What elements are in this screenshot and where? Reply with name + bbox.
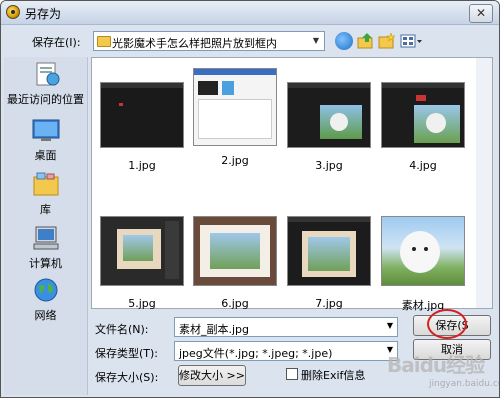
filename-field[interactable]: 素材_副本.jpg ▼ [174,317,398,337]
remove-exif-label: 删除Exif信息 [301,369,366,382]
file-name: 1.jpg [128,159,156,172]
back-icon[interactable] [335,32,353,50]
new-folder-icon[interactable] [378,32,396,50]
window-title: 另存为 [25,7,62,21]
file-thumbnail [287,216,371,286]
place-network[interactable]: 网络 [4,277,87,323]
file-name: 7.jpg [315,297,343,310]
title-bar: 另存为 ✕ [1,1,499,25]
file-item[interactable]: 5.jpg [100,216,184,310]
file-item[interactable]: 3.jpg [287,82,371,172]
place-desktop[interactable]: 桌面 [4,117,87,163]
recent-places-icon [31,61,61,87]
up-folder-icon[interactable] [357,32,375,50]
file-item[interactable]: 1.jpg [100,82,184,172]
folder-icon [97,36,111,47]
places-bar: 最近访问的位置 桌面 库 计算机 网络 [4,57,88,395]
file-item[interactable]: 6.jpg [193,216,277,310]
filename-value: 素材_副本.jpg [179,323,250,336]
save-as-dialog: 另存为 ✕ 保存在(I): 光影魔术手怎么样把照片放到框内 ▼ 最近访问的位置 … [0,0,500,398]
file-name: 6.jpg [221,297,249,310]
save-size-label: 保存大小(S): [95,371,159,384]
place-recent[interactable]: 最近访问的位置 [4,61,87,107]
desktop-icon [31,117,61,143]
place-label: 桌面 [34,149,57,162]
file-item[interactable]: 4.jpg [381,82,465,172]
file-name: 5.jpg [128,297,156,310]
place-label: 网络 [34,309,57,322]
place-label: 计算机 [29,257,62,270]
file-thumbnail [100,82,184,148]
file-thumbnail [381,82,465,148]
chevron-down-icon[interactable]: ▼ [387,321,393,330]
file-name: 2.jpg [221,154,249,167]
app-icon [6,5,20,19]
place-libraries[interactable]: 库 [4,171,87,217]
filetype-value: jpeg文件(*.jpg; *.jpeg; *.jpe) [179,347,333,360]
resize-button[interactable]: 修改大小 >> [178,365,246,386]
watermark-url: jingyan.baidu.com [429,379,499,389]
file-name: 3.jpg [315,159,343,172]
scrollbar[interactable] [476,57,493,309]
chevron-down-icon[interactable]: ▼ [308,32,324,50]
filetype-label: 保存类型(T): [95,347,159,360]
file-thumbnail [100,216,184,286]
file-name: 4.jpg [409,159,437,172]
file-thumbnail [381,216,465,286]
highlight-circle [427,309,467,339]
file-thumbnail [193,68,277,146]
file-item[interactable]: 7.jpg [287,216,371,310]
save-in-label: 保存在(I): [32,36,81,49]
file-list: 1.jpg 2.jpg 3.jpg 4.jpg 5.jpg 6.jpg 7.jp… [91,57,477,312]
file-thumbnail [193,216,277,286]
network-icon [31,277,61,303]
save-in-combo[interactable]: 光影魔术手怎么样把照片放到框内 ▼ [93,31,325,51]
computer-icon [31,225,61,251]
view-menu-icon[interactable] [400,32,424,50]
close-button[interactable]: ✕ [469,4,493,23]
baidu-watermark: Baidu经验 [387,353,485,377]
filetype-select[interactable]: jpeg文件(*.jpg; *.jpeg; *.jpe) ▼ [174,341,398,361]
place-computer[interactable]: 计算机 [4,225,87,271]
libraries-icon [31,171,61,197]
filename-label: 文件名(N): [95,323,149,336]
file-thumbnail [287,82,371,148]
place-label: 库 [40,203,51,216]
remove-exif-checkbox[interactable] [286,368,298,380]
file-item[interactable]: 2.jpg [193,68,277,167]
place-label: 最近访问的位置 [7,93,84,106]
current-folder-name: 光影魔术手怎么样把照片放到框内 [112,37,277,50]
file-item[interactable]: 素材.jpg [381,216,465,313]
